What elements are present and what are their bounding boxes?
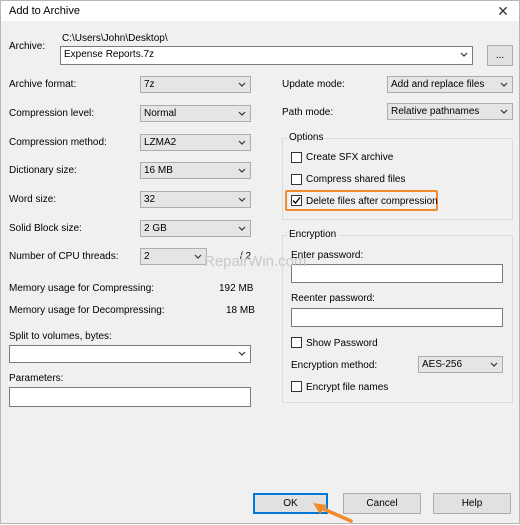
close-icon[interactable]: ✕ (493, 2, 513, 20)
show-password-checkbox[interactable] (291, 337, 302, 348)
compression-method-label: Compression method: (9, 137, 107, 148)
chevron-down-icon (490, 362, 498, 367)
cpu-threads-value: 2 (144, 251, 150, 262)
compression-level-label: Compression level: (9, 108, 95, 119)
encryption-method-label: Encryption method: (291, 360, 378, 371)
chevron-down-icon (460, 52, 468, 57)
archive-format-select[interactable]: 7z (140, 76, 251, 93)
path-mode-value: Relative pathnames (391, 106, 480, 117)
path-mode-label: Path mode: (282, 107, 334, 118)
delete-files-checkbox[interactable] (291, 195, 302, 206)
checkmark-icon (292, 197, 301, 204)
encrypt-names-checkbox[interactable] (291, 381, 302, 392)
shared-label: Compress shared files (306, 174, 406, 185)
add-to-archive-dialog: Add to Archive ✕ Archive: C:\Users\John\… (0, 0, 520, 524)
shared-checkbox[interactable] (291, 174, 302, 185)
encryption-method-select[interactable]: AES-256 (418, 356, 503, 373)
solid-block-size-select[interactable]: 2 GB (140, 220, 251, 237)
encrypt-names-label: Encrypt file names (306, 382, 389, 393)
chevron-down-icon (238, 168, 246, 173)
mem-decompress-label: Memory usage for Decompressing: (9, 305, 165, 316)
mem-compress-value: 192 MB (219, 283, 254, 294)
chevron-down-icon (238, 351, 246, 356)
chevron-down-icon (500, 82, 508, 87)
cpu-threads-select[interactable]: 2 (140, 248, 207, 265)
encryption-method-value: AES-256 (422, 359, 463, 370)
window-title: Add to Archive (9, 5, 80, 17)
reenter-password-input[interactable] (291, 308, 503, 327)
show-password-label: Show Password (306, 338, 378, 349)
chevron-down-icon (238, 111, 246, 116)
compression-level-select[interactable]: Normal (140, 105, 251, 122)
mem-decompress-value: 18 MB (226, 305, 255, 316)
title-bar: Add to Archive ✕ (1, 1, 519, 21)
archive-name-combo[interactable]: Expense Reports.7z (60, 46, 473, 65)
update-mode-label: Update mode: (282, 79, 345, 90)
solid-block-size-value: 2 GB (144, 223, 167, 234)
chevron-down-icon (500, 109, 508, 114)
update-mode-value: Add and replace files (391, 79, 485, 90)
arrow-pointer-icon (313, 503, 353, 523)
word-size-label: Word size: (9, 194, 57, 205)
chevron-down-icon (238, 140, 246, 145)
cpu-threads-label: Number of CPU threads: (9, 251, 119, 262)
archive-name-value: Expense Reports.7z (64, 49, 155, 60)
help-button[interactable]: Help (433, 493, 511, 514)
delete-files-label: Delete files after compression (306, 196, 438, 207)
solid-block-size-label: Solid Block size: (9, 223, 82, 234)
watermark: RepairWin.com (204, 253, 307, 270)
word-size-select[interactable]: 32 (140, 191, 251, 208)
compression-method-value: LZMA2 (144, 137, 177, 148)
update-mode-select[interactable]: Add and replace files (387, 76, 513, 93)
split-volumes-combo[interactable] (9, 345, 251, 363)
chevron-down-icon (238, 197, 246, 202)
browse-button[interactable]: ... (487, 45, 513, 66)
path-mode-select[interactable]: Relative pathnames (387, 103, 513, 120)
dictionary-size-label: Dictionary size: (9, 165, 77, 176)
archive-label: Archive: (9, 41, 46, 52)
mem-compress-label: Memory usage for Compressing: (9, 283, 155, 294)
dictionary-size-value: 16 MB (144, 165, 173, 176)
compression-level-value: Normal (144, 108, 177, 119)
word-size-value: 32 (144, 194, 156, 205)
chevron-down-icon (238, 82, 246, 87)
encryption-title: Encryption (287, 229, 339, 240)
compression-method-select[interactable]: LZMA2 (140, 134, 251, 151)
archive-format-label: Archive format: (9, 79, 77, 90)
split-volumes-label: Split to volumes, bytes: (9, 331, 112, 342)
parameters-input[interactable] (9, 387, 251, 407)
sfx-checkbox[interactable] (291, 152, 302, 163)
reenter-password-label: Reenter password: (291, 293, 375, 304)
parameters-label: Parameters: (9, 373, 64, 384)
dictionary-size-select[interactable]: 16 MB (140, 162, 251, 179)
archive-format-value: 7z (144, 79, 155, 90)
sfx-label: Create SFX archive (306, 152, 394, 163)
archive-path: C:\Users\John\Desktop\ (62, 33, 168, 44)
enter-password-input[interactable] (291, 264, 503, 283)
chevron-down-icon (238, 226, 246, 231)
options-title: Options (287, 132, 326, 143)
chevron-down-icon (194, 254, 202, 259)
